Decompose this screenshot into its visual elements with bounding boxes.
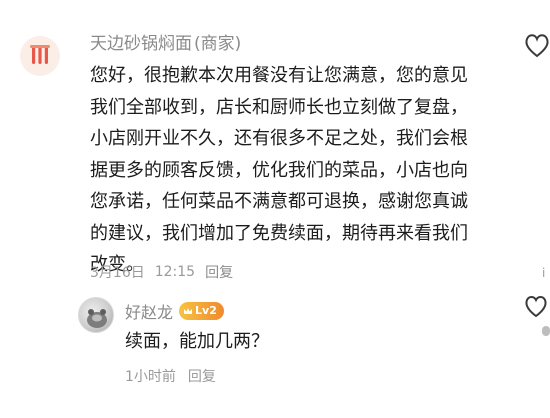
user-reply-meta: 1小时前 回复 [125, 365, 216, 387]
merchant-name[interactable]: 天边砂锅焖面 [90, 29, 192, 54]
like-icon[interactable] [524, 32, 550, 60]
level-label: Lv2 [195, 304, 217, 317]
merchant-name-row: 天边砂锅焖面 (商家) [90, 28, 241, 54]
reply-line: 据更多的顾客反馈，优化我们的菜品，小店也向 [90, 159, 468, 181]
user-reply-text: 续面，能加几两？ [125, 331, 269, 352]
user-avatar-icon [87, 309, 107, 328]
merchant-shop-logo-icon [30, 45, 50, 64]
comment-thread: 天边砂锅焖面 (商家) 您好，很抱歉本次用餐没有让您满意，您的意见 我们全部收到… [0, 0, 550, 418]
like-icon[interactable] [524, 294, 550, 320]
merchant-avatar[interactable] [20, 36, 60, 76]
reply-line: 我们全部收到，店长和厨师长也立刻做了复盘， [90, 96, 468, 118]
comment-time: 12:15 [154, 264, 196, 280]
reply-button[interactable]: 回复 [188, 366, 216, 386]
reply-button[interactable]: 回复 [205, 262, 233, 282]
edge-partial-icon [540, 322, 550, 340]
reply-line: 您好，很抱歉本次用餐没有让您满意，您的意见 [90, 65, 468, 86]
merchant-tag: (商家) [194, 33, 242, 54]
comment-date: 3月16日 [90, 265, 145, 281]
reply-line: 的建议，我们增加了免费续面，期待再来看我们 [90, 222, 468, 244]
reply-time: 1小时前 [125, 369, 176, 385]
level-badge: Lv2 [179, 302, 224, 320]
merchant-reply-text: 您好，很抱歉本次用餐没有让您满意，您的意见 我们全部收到，店长和厨师长也立刻做了… [90, 60, 530, 281]
reply-line: 您承诺，任何菜品不满意都可退换，感谢您真诚 [90, 191, 468, 212]
user-name[interactable]: 好赵龙 [125, 299, 173, 323]
edge-partial-text: i [542, 266, 546, 280]
user-avatar[interactable] [78, 297, 114, 333]
merchant-meta: 3月16日 12:15 回复 [90, 260, 233, 284]
crown-icon [184, 308, 193, 314]
reply-line: 小店刚开业不久，还有很多不足之处，我们会根 [90, 128, 468, 149]
user-name-row: 好赵龙 Lv2 [125, 299, 224, 323]
